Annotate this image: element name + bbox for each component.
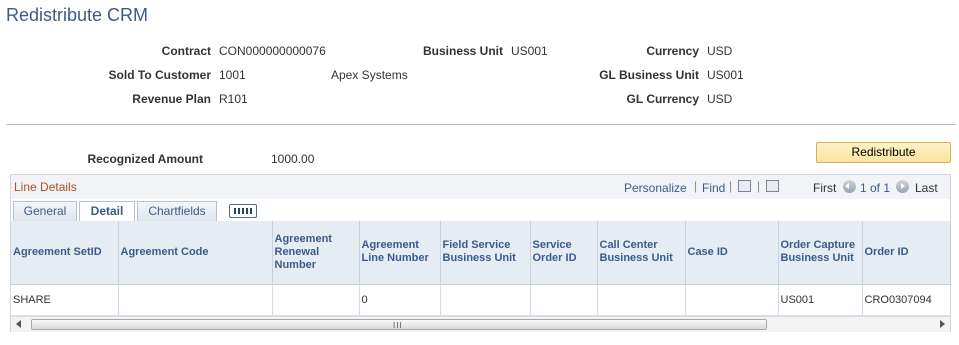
row-range: 1 of 1 [860,181,891,195]
currency-value: USD [707,44,733,58]
page-title: Redistribute CRM [6,5,149,25]
recognized-amount-label: Recognized Amount [87,152,203,166]
contract-label: Contract [161,44,211,58]
find-link[interactable]: Find [702,181,725,195]
grid-tabs: General Detail Chartfields [13,199,949,222]
table-cell [597,284,686,316]
table-header-row: Agreement SetID Agreement Code Agreement… [11,221,951,285]
table-cell: US001 [778,284,863,316]
column-header-field-service-bu[interactable]: Field Service Business Unit [440,221,531,285]
redistribute-button[interactable]: Redistribute [816,142,951,163]
scroll-left-icon[interactable] [16,320,21,328]
column-header-agreement-setid[interactable]: Agreement SetID [11,221,119,285]
business-unit-label: Business Unit [422,44,503,58]
table-cell [440,284,531,316]
line-details-table: Agreement SetID Agreement Code Agreement… [11,221,951,316]
column-header-order-id[interactable]: Order ID [862,221,951,285]
column-header-agreement-code[interactable]: Agreement Code [118,221,273,285]
first-label: First [813,181,837,195]
gl-currency-value: USD [707,92,733,106]
nav-separator: | [729,179,733,193]
table-cell: 0 [359,284,441,316]
column-header-service-order-id[interactable]: Service Order ID [530,221,598,285]
business-unit-value: US001 [511,44,548,58]
personalize-link[interactable]: Personalize [624,181,687,195]
contract-value: CON000000000076 [219,44,326,58]
view-all-icon[interactable] [738,180,751,192]
table-row: SHARE 0 US001 CRO0307094 [11,284,951,316]
grid-title: Line Details [14,180,77,194]
table-cell [118,284,273,316]
gl-currency-label: GL Currency [626,92,699,106]
column-header-case-id[interactable]: Case ID [685,221,779,285]
recognized-amount-value: 1000.00 [271,152,315,166]
last-label: Last [915,181,938,195]
column-header-call-center-bu[interactable]: Call Center Business Unit [597,221,686,285]
tab-chartfields[interactable]: Chartfields [137,201,217,221]
table-cell [272,284,360,316]
line-details-grid: Line Details Personalize | Find | | Firs… [10,174,951,332]
column-header-agreement-line-number[interactable]: Agreement Line Number [359,221,441,285]
table-cell: SHARE [11,284,119,316]
table-cell [685,284,779,316]
next-row-icon[interactable] [896,180,909,193]
scroll-right-icon[interactable] [940,320,945,328]
show-all-columns-icon[interactable] [229,204,257,218]
currency-label: Currency [646,44,699,58]
tab-detail[interactable]: Detail [79,201,135,222]
horizontal-scrollbar[interactable]: III [11,316,950,332]
section-divider [6,124,956,125]
table-cell: CRO0307094 [862,284,951,316]
sold-to-customer-value: 1001 [219,68,246,82]
grid-header-bar: Line Details Personalize | Find | | Firs… [11,175,950,199]
column-header-order-capture-bu[interactable]: Order Capture Business Unit [778,221,863,285]
gl-business-unit-label: GL Business Unit [599,68,699,82]
sold-to-customer-label: Sold To Customer [108,68,211,82]
nav-separator: | [757,179,761,193]
table-cell [530,284,598,316]
gl-business-unit-value: US001 [707,68,744,82]
column-header-agreement-renewal-number[interactable]: Agreement Renewal Number [272,221,360,285]
tab-general[interactable]: General [13,201,77,221]
nav-separator: | [694,179,698,193]
scrollbar-thumb[interactable]: III [31,319,767,330]
previous-row-icon[interactable] [843,180,856,193]
sold-to-customer-name: Apex Systems [331,68,408,82]
revenue-plan-label: Revenue Plan [132,92,211,106]
revenue-plan-value: R101 [219,92,248,106]
download-spreadsheet-icon[interactable] [766,180,779,192]
scroll-grip: III [393,321,403,330]
